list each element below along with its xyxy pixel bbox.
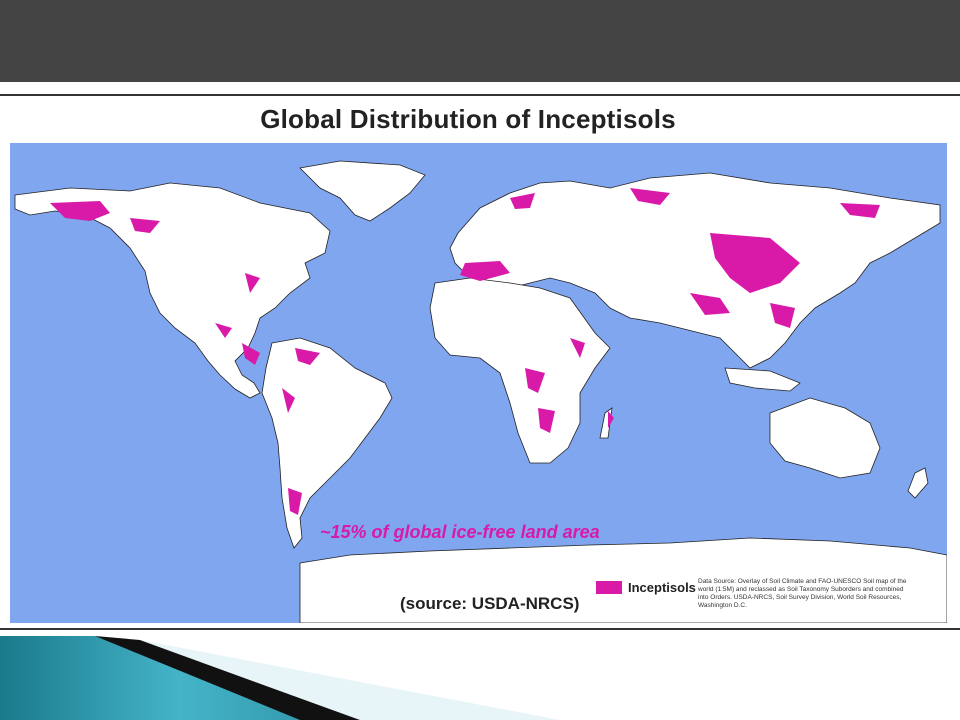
legend-swatch <box>596 581 622 594</box>
slide-top-rule <box>0 94 960 96</box>
land-australia <box>769 397 881 479</box>
land-indonesia <box>724 367 801 392</box>
data-source-note: Data Source: Overlay of Soil Climate and… <box>698 578 907 609</box>
land-new-zealand <box>907 467 929 499</box>
land-masses <box>14 160 947 623</box>
land-africa <box>429 277 611 464</box>
coverage-note: ~15% of global ice-free land area <box>320 522 600 542</box>
slide-decoration <box>0 636 560 720</box>
slide-bottom-rule <box>0 628 960 630</box>
map-title: Global Distribution of Inceptisols <box>260 104 676 134</box>
world-map-svg <box>14 160 947 623</box>
source-credit: (source: USDA-NRCS) <box>400 594 580 613</box>
world-map <box>10 143 947 623</box>
legend-label: Inceptisols <box>628 580 696 595</box>
land-greenland <box>299 160 426 222</box>
slide-header-bar <box>0 0 960 82</box>
land-south-america <box>261 337 393 549</box>
